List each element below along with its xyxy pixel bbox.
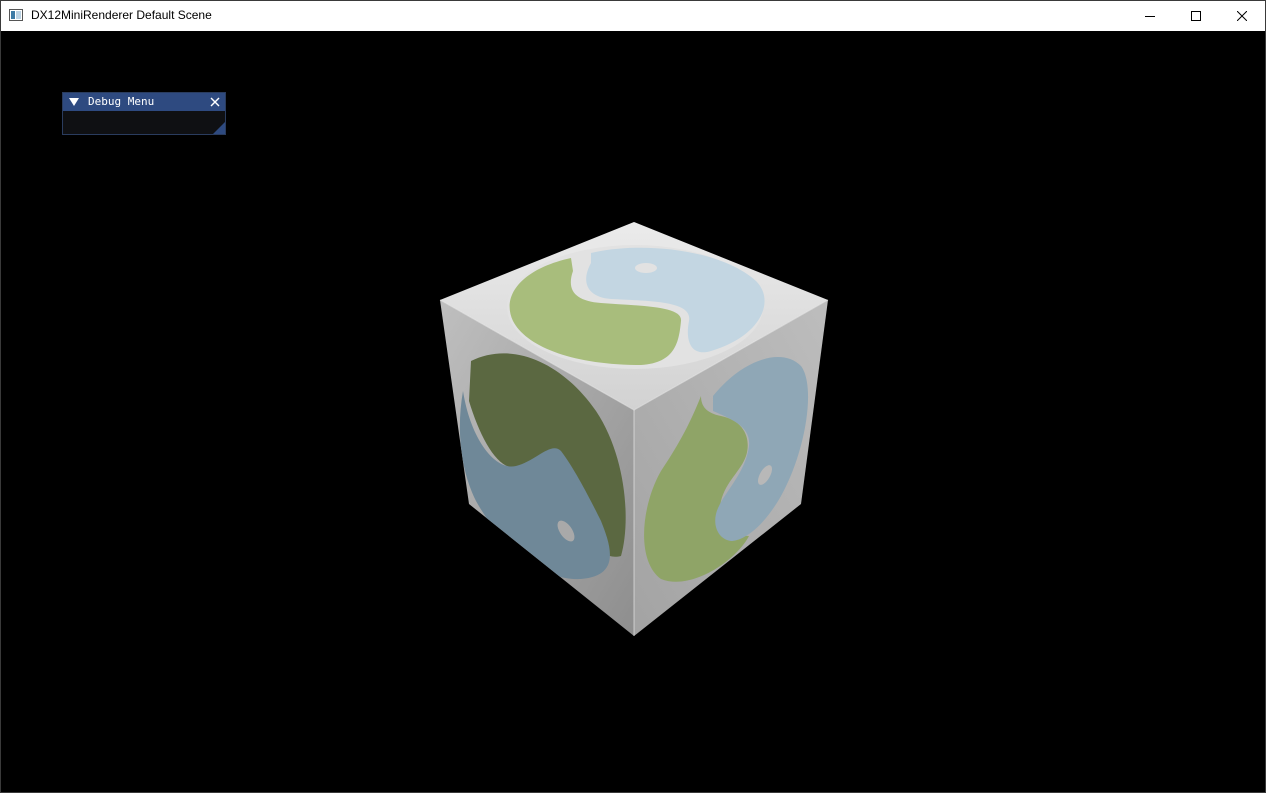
render-viewport[interactable]: Debug Menu xyxy=(1,31,1265,792)
debug-menu-body xyxy=(63,111,225,134)
app-icon xyxy=(9,9,23,21)
maximize-button[interactable] xyxy=(1173,1,1219,31)
minimize-icon xyxy=(1145,16,1155,17)
close-button[interactable] xyxy=(1219,1,1265,31)
debug-menu-header[interactable]: Debug Menu xyxy=(63,93,225,111)
debug-menu-title: Debug Menu xyxy=(88,95,155,108)
scene-canvas xyxy=(439,222,829,636)
resize-grip-icon[interactable] xyxy=(213,122,225,134)
debug-menu-window[interactable]: Debug Menu xyxy=(62,92,226,135)
maximize-icon xyxy=(1191,11,1201,21)
close-icon[interactable] xyxy=(209,96,221,108)
title-bar[interactable]: DX12MiniRenderer Default Scene xyxy=(1,1,1265,31)
app-window: DX12MiniRenderer Default Scene Debug Men… xyxy=(0,0,1266,793)
close-icon xyxy=(1237,11,1247,21)
triangle-down-icon[interactable] xyxy=(69,97,79,107)
window-title: DX12MiniRenderer Default Scene xyxy=(31,8,212,22)
minimize-button[interactable] xyxy=(1127,1,1173,31)
